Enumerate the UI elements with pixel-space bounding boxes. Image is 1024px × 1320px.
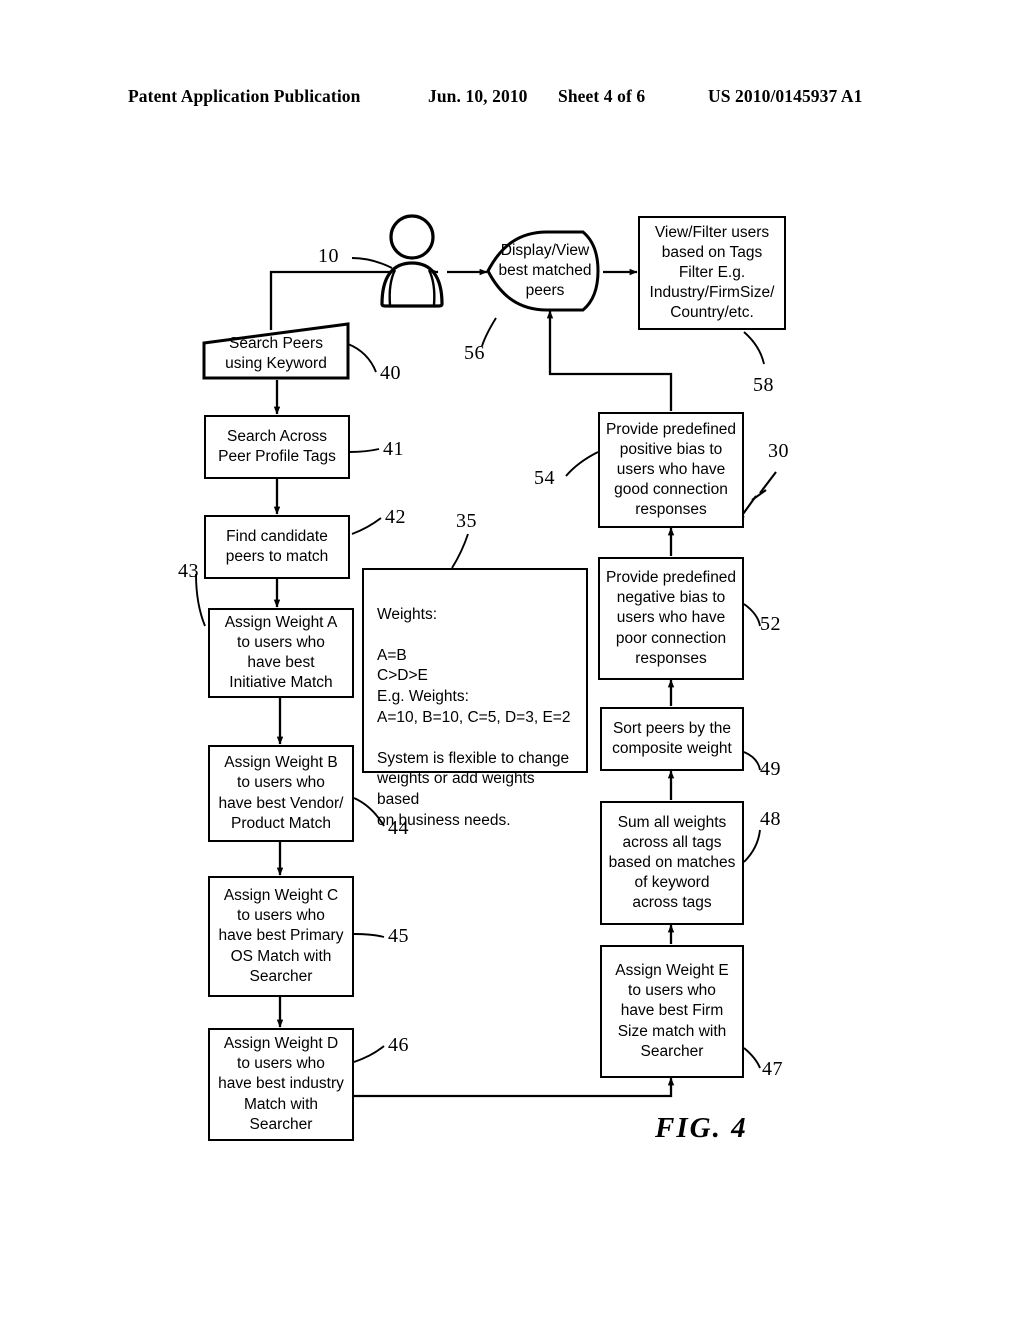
refnum-54: 54 [534,467,555,489]
assign-weight-a-label: Assign Weight A to users who have best I… [224,613,338,692]
sum-weights-box[interactable]: Sum all weights across all tags based on… [600,801,744,925]
refnum-45: 45 [388,925,409,947]
find-candidate-peers-box[interactable]: Find candidate peers to match [204,515,350,579]
assign-weight-a-box[interactable]: Assign Weight A to users who have best I… [208,608,354,698]
refnum-43: 43 [178,560,199,582]
refnum-58: 58 [753,374,774,396]
user-person-icon [374,212,450,308]
refnum-56: 56 [464,342,485,364]
negative-bias-box[interactable]: Provide predefined negative bias to user… [598,557,744,680]
refnum-47: 47 [762,1058,783,1080]
sort-peers-label: Sort peers by the composite weight [612,719,732,757]
weights-note-label: Weights: A=B C>D>E E.g. Weights: A=10, B… [377,605,571,829]
refnum-49: 49 [760,758,781,780]
assign-weight-e-label: Assign Weight E to users who have best F… [615,962,729,1060]
assign-weight-e-box[interactable]: Assign Weight E to users who have best F… [600,945,744,1078]
view-filter-users-box[interactable]: View/Filter users based on Tags Filter E… [638,216,786,330]
positive-bias-label: Provide predefined positive bias to user… [605,420,737,519]
refnum-10: 10 [318,245,339,267]
assign-weight-c-label: Assign Weight C to users who have best P… [218,887,344,985]
assign-weight-d-label: Assign Weight D to users who have best i… [218,1035,344,1133]
view-filter-users-label: View/Filter users based on Tags Filter E… [649,223,775,322]
search-peer-profile-tags-label: Search Across Peer Profile Tags [218,427,336,465]
search-peers-keyword-box[interactable]: Search Peers using Keyword [202,322,350,380]
search-peer-profile-tags-box[interactable]: Search Across Peer Profile Tags [204,415,350,479]
refnum-40: 40 [380,362,401,384]
refnum-41: 41 [383,438,404,460]
figure-caption: FIG. 4 [655,1112,748,1144]
refnum-44: 44 [388,817,409,839]
display-view-label: Display/View best matched peers [498,241,592,300]
flowchart-figure: Display/View best matched peers View/Fil… [0,0,1024,1320]
assign-weight-d-box[interactable]: Assign Weight D to users who have best i… [208,1028,354,1141]
refnum-35: 35 [456,510,477,532]
display-view-shape[interactable]: Display/View best matched peers [485,228,605,314]
assign-weight-b-box[interactable]: Assign Weight B to users who have best V… [208,745,354,842]
search-peers-keyword-label: Search Peers using Keyword [225,335,327,373]
sort-peers-box[interactable]: Sort peers by the composite weight [600,707,744,771]
refnum-30: 30 [768,440,789,462]
positive-bias-box[interactable]: Provide predefined positive bias to user… [598,412,744,528]
refnum-46: 46 [388,1034,409,1056]
refnum-42: 42 [385,506,406,528]
weights-note-box: Weights: A=B C>D>E E.g. Weights: A=10, B… [362,568,588,829]
refnum-48: 48 [760,808,781,830]
assign-weight-c-box[interactable]: Assign Weight C to users who have best P… [208,876,354,997]
find-candidate-peers-label: Find candidate peers to match [225,527,329,565]
assign-weight-b-label: Assign Weight B to users who have best V… [218,754,344,832]
sum-weights-label: Sum all weights across all tags based on… [608,813,736,912]
refnum-52: 52 [760,613,781,635]
negative-bias-label: Provide predefined negative bias to user… [605,569,737,667]
